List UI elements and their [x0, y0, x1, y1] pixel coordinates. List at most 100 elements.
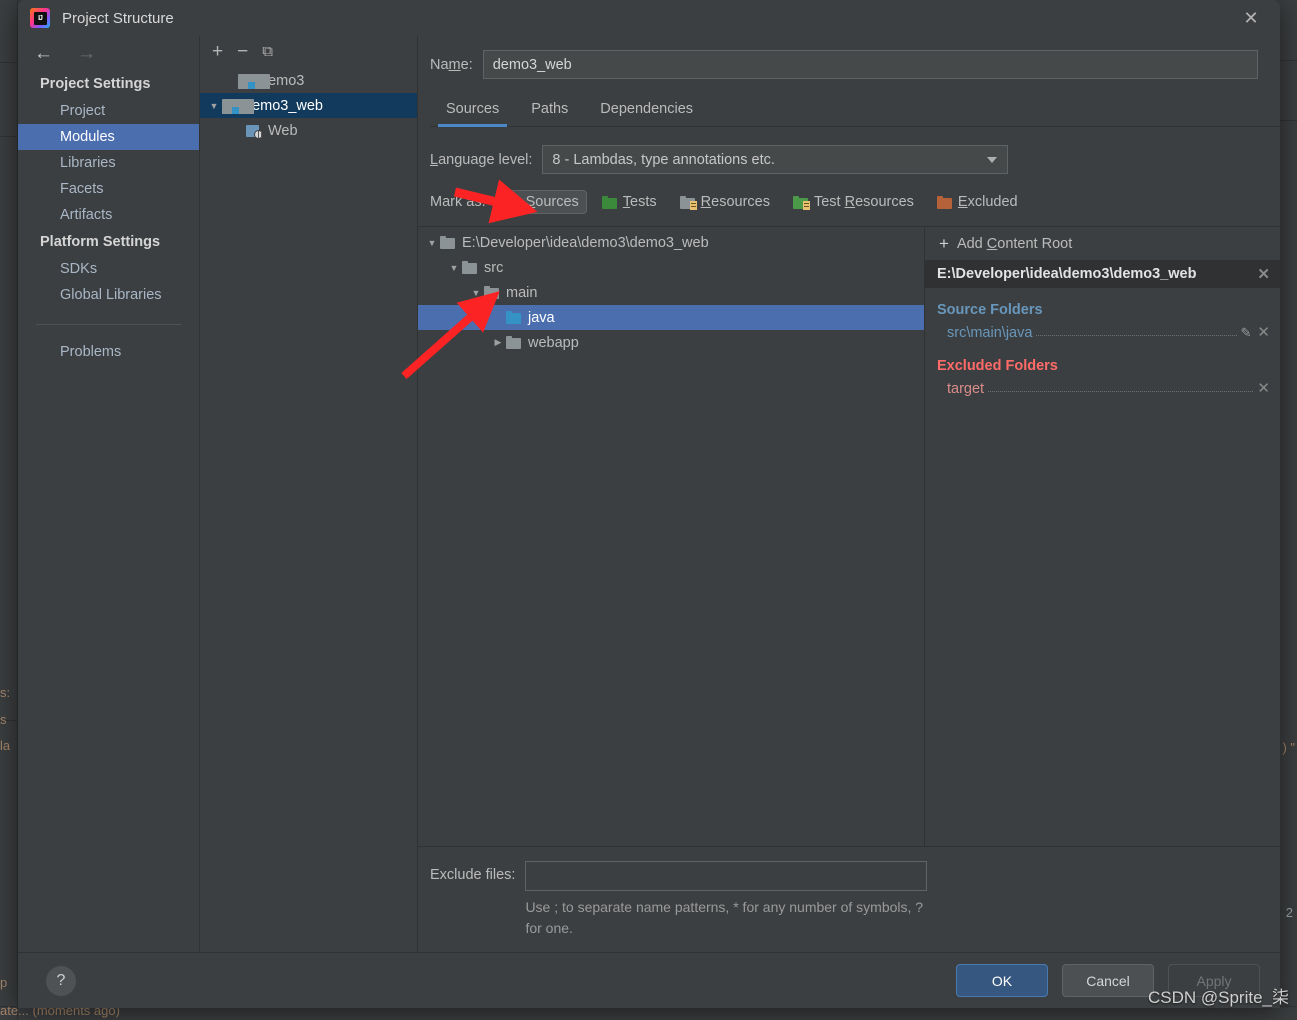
mark-as-tests-button[interactable]: Tests	[594, 190, 665, 214]
tab-sources[interactable]: Sources	[430, 95, 515, 127]
sidebar-item-modules[interactable]: Modules	[18, 124, 199, 150]
sources-folder-icon	[504, 195, 520, 209]
mark-as-excluded-button[interactable]: Excluded	[929, 190, 1026, 214]
back-arrow-icon[interactable]: ←	[34, 44, 53, 63]
expander-icon[interactable]: ▼	[468, 288, 484, 298]
language-level-row: Language level: 8 - Lambdas, type annota…	[418, 127, 1280, 174]
close-icon[interactable]: ✕	[1222, 0, 1280, 36]
watermark: CSDN @Sprite_柒	[1147, 988, 1289, 1007]
copy-module-icon[interactable]: ⧉	[262, 44, 273, 59]
language-level-label: Language level:	[430, 151, 533, 168]
module-label: demo3_web	[244, 97, 323, 114]
module-list-item-demo3-web[interactable]: ▼ demo3_web	[200, 93, 417, 118]
intellij-idea-icon: IJ	[30, 8, 50, 28]
bg-text-fragment: 2	[1285, 905, 1293, 920]
dialog-title: Project Structure	[62, 9, 174, 27]
bg-divider	[0, 136, 18, 137]
source-folder-entry: src\main\java ✎ ✕	[937, 321, 1270, 344]
mark-as-resources-label: Resources	[700, 194, 770, 210]
add-content-root-button[interactable]: + Add Content Root	[925, 227, 1280, 260]
chevron-down-icon	[987, 156, 998, 163]
excluded-folder-path[interactable]: target	[947, 381, 984, 397]
remove-excluded-folder-icon[interactable]: ✕	[1257, 379, 1270, 397]
tests-folder-icon	[601, 195, 617, 209]
bg-text-fragment: la	[0, 738, 11, 753]
tree-row-java[interactable]: java	[418, 305, 924, 330]
tab-paths[interactable]: Paths	[515, 95, 584, 126]
edit-pencil-icon[interactable]: ✎	[1241, 325, 1252, 341]
content-roots-panel: + Add Content Root E:\Developer\idea\dem…	[925, 227, 1280, 847]
source-folders-group: Source Folders src\main\java ✎ ✕	[925, 288, 1280, 344]
cancel-button[interactable]: Cancel	[1062, 964, 1154, 997]
sidebar-item-sdks[interactable]: SDKs	[18, 256, 199, 282]
project-structure-dialog: IJ Project Structure ✕ ← → Project Setti…	[18, 0, 1280, 1008]
module-name-input[interactable]	[482, 50, 1258, 79]
tree-row[interactable]: ▼ main	[418, 280, 924, 305]
folder-icon	[440, 236, 455, 249]
web-facet-icon	[246, 124, 263, 139]
dotted-leader	[1036, 335, 1237, 336]
remove-source-folder-icon[interactable]: ✕	[1257, 323, 1270, 341]
forward-arrow-icon[interactable]: →	[77, 44, 96, 63]
modules-toolbar: + − ⧉	[200, 36, 417, 66]
sidebar-item-libraries[interactable]: Libraries	[18, 150, 199, 176]
tree-row-label: E:\Developer\idea\demo3\demo3_web	[462, 234, 709, 251]
tree-row-label: main	[506, 284, 538, 301]
dialog-footer: ? OK Cancel Apply	[18, 952, 1280, 1008]
module-list-item-demo3[interactable]: ▼ demo3	[200, 68, 417, 93]
sidebar-item-global-libraries[interactable]: Global Libraries	[18, 282, 199, 308]
expander-icon[interactable]: ▼	[424, 238, 440, 248]
excluded-folder-icon	[936, 195, 952, 209]
add-module-icon[interactable]: +	[212, 42, 223, 61]
tree-row[interactable]: ▶ webapp	[418, 330, 924, 355]
resources-folder-icon	[679, 195, 697, 210]
source-folder-icon	[506, 311, 521, 324]
source-folder-tree: ▼ E:\Developer\idea\demo3\demo3_web ▼ sr…	[418, 227, 925, 847]
bg-divider	[1280, 120, 1297, 121]
tree-row[interactable]: ▼ E:\Developer\idea\demo3\demo3_web	[418, 230, 924, 255]
mark-as-label: Mark as:	[430, 194, 486, 210]
bg-text-fragment: s:	[0, 685, 11, 700]
exclude-files-input[interactable]	[525, 861, 928, 892]
tree-row[interactable]: ▼ src	[418, 255, 924, 280]
sidebar-item-facets[interactable]: Facets	[18, 176, 199, 202]
tree-row-label: webapp	[528, 334, 579, 351]
bg-divider	[0, 62, 18, 63]
source-folder-path[interactable]: src\main\java	[947, 325, 1032, 341]
remove-module-icon[interactable]: −	[237, 42, 248, 61]
expander-icon[interactable]: ▼	[446, 263, 462, 273]
dotted-leader	[988, 391, 1254, 392]
dialog-title-bar: IJ Project Structure ✕	[18, 0, 1280, 36]
expander-icon[interactable]: ▶	[490, 337, 506, 348]
mark-as-resources-button[interactable]: Resources	[672, 190, 778, 214]
excluded-folder-entry: target ✕	[937, 377, 1270, 400]
bg-text-fragment: ) "	[1282, 740, 1295, 755]
name-label: Name:	[430, 56, 473, 73]
tab-dependencies[interactable]: Dependencies	[584, 95, 709, 126]
module-list-item-web-facet[interactable]: Web	[200, 118, 417, 143]
mark-as-sources-button[interactable]: Sources	[496, 190, 587, 214]
sidebar-item-project[interactable]: Project	[18, 98, 199, 124]
help-button[interactable]: ?	[46, 965, 76, 996]
mark-as-test-resources-button[interactable]: Test Resources	[785, 190, 922, 214]
settings-sidebar: ← → Project Settings Project Modules Lib…	[18, 36, 200, 952]
sidebar-item-artifacts[interactable]: Artifacts	[18, 202, 199, 228]
plus-icon: +	[939, 234, 949, 253]
tree-row-label: java	[528, 309, 555, 326]
sidebar-item-problems[interactable]: Problems	[18, 339, 199, 365]
remove-content-root-icon[interactable]: ✕	[1257, 265, 1270, 283]
folder-icon	[484, 286, 499, 299]
module-folder-icon	[238, 73, 270, 89]
modules-panel: + − ⧉ ▼ demo3 ▼ demo3_web	[200, 36, 418, 952]
exclude-files-label: Exclude files:	[430, 867, 516, 884]
expander-icon[interactable]: ▼	[206, 101, 222, 111]
ok-button[interactable]: OK	[956, 964, 1048, 997]
content-split: ▼ E:\Developer\idea\demo3\demo3_web ▼ sr…	[418, 226, 1280, 847]
sidebar-nav-bar: ← →	[18, 36, 199, 70]
sidebar-divider	[36, 324, 181, 325]
source-folders-title: Source Folders	[937, 302, 1043, 318]
exclude-files-hint: Use ; to separate name patterns, * for a…	[525, 899, 924, 936]
language-level-select[interactable]: 8 - Lambdas, type annotations etc.	[542, 145, 1009, 174]
language-level-value: 8 - Lambdas, type annotations etc.	[552, 151, 775, 168]
bg-text-fragment: s	[0, 712, 7, 727]
